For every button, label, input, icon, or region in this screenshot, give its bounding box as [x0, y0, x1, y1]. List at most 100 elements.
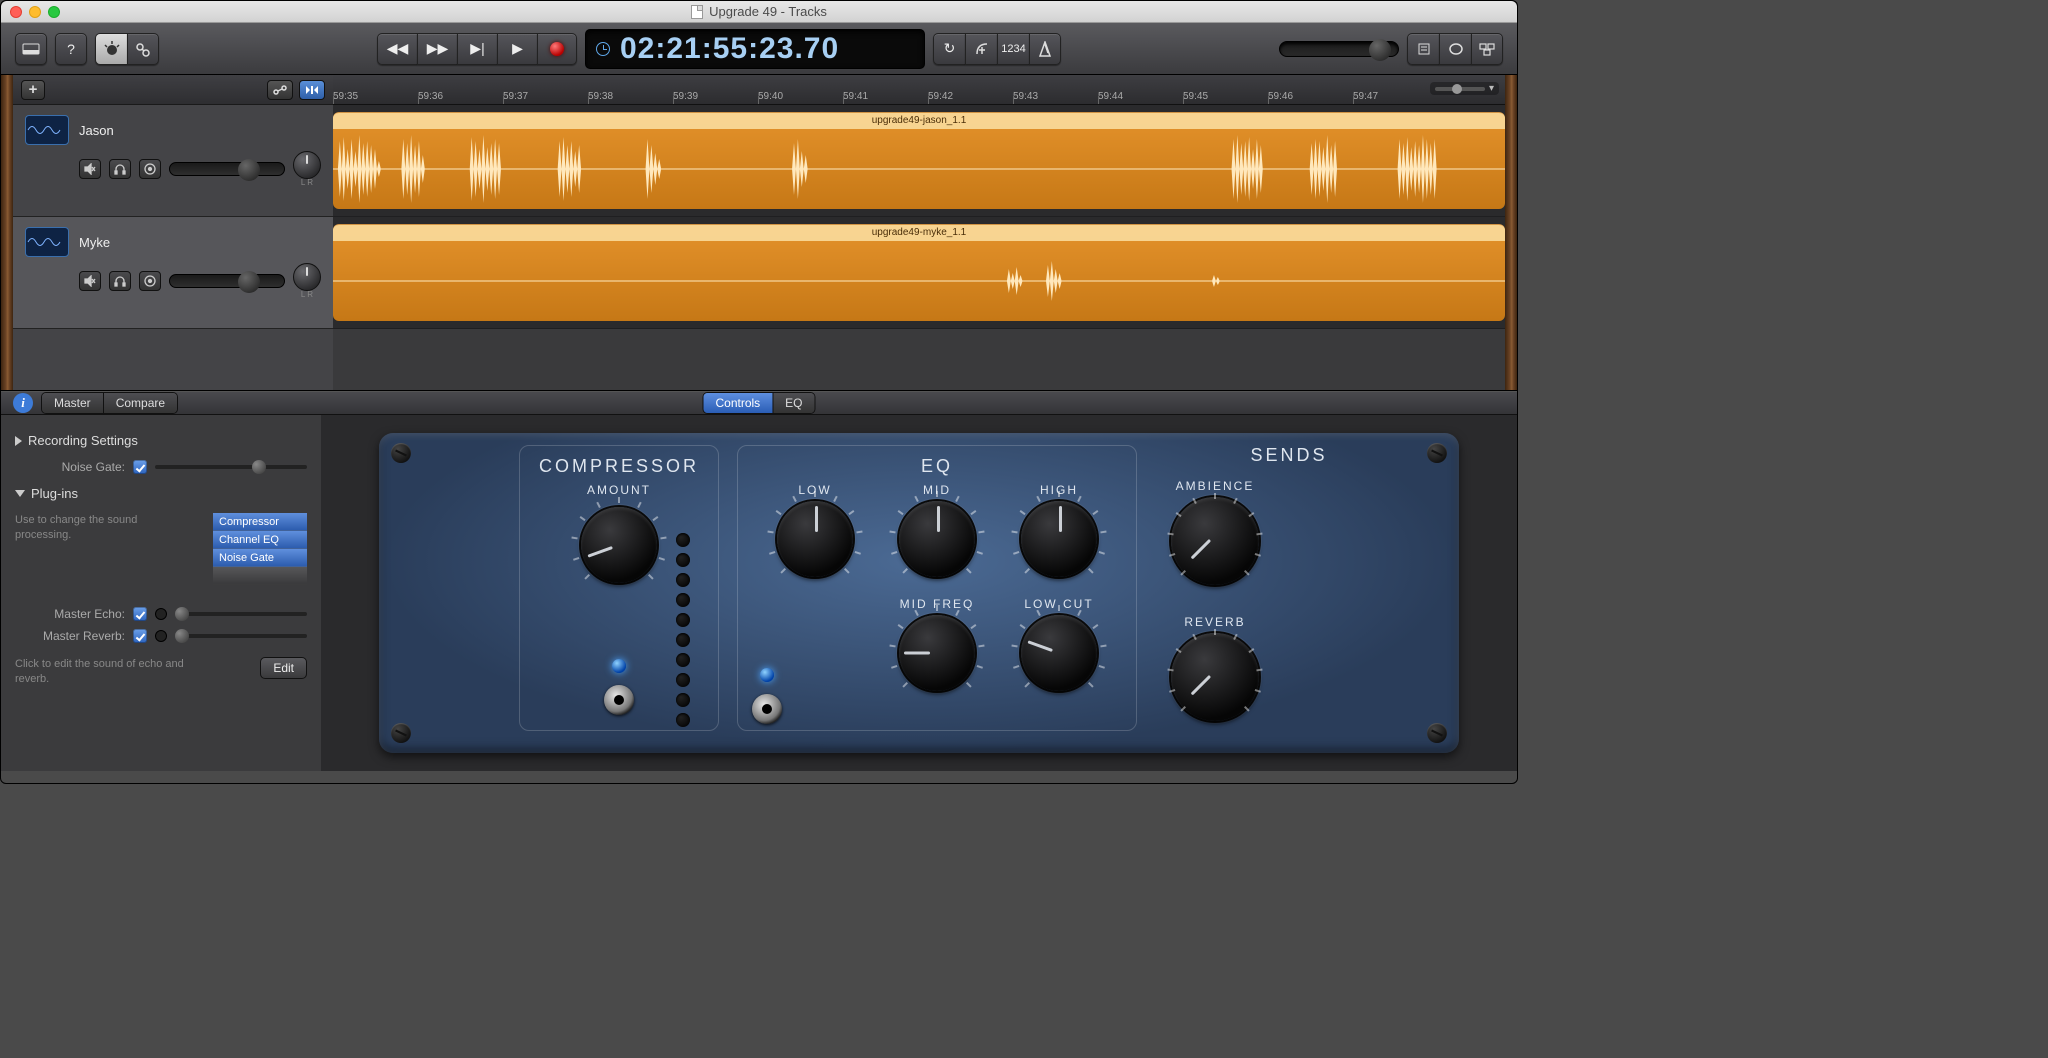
mute-button[interactable] [79, 159, 101, 179]
input-monitor-button[interactable] [139, 159, 161, 179]
plugin-slot[interactable]: Channel EQ [213, 531, 307, 549]
ambience-knob[interactable] [1171, 497, 1259, 585]
tracks-area: + Jason [1, 75, 1517, 391]
track-volume-slider[interactable] [169, 274, 285, 288]
count-in-button[interactable]: 1234 [997, 33, 1029, 65]
master-volume-slider[interactable] [1279, 41, 1399, 57]
solo-headphones-button[interactable] [109, 271, 131, 291]
plugin-slot[interactable]: Noise Gate [213, 549, 307, 567]
automation-button[interactable] [267, 80, 293, 100]
master-reverb-label: Master Reverb: [15, 629, 125, 643]
master-echo-slider[interactable] [175, 612, 307, 616]
notepad-button[interactable] [1407, 33, 1439, 65]
cycle-button[interactable]: ↻ [933, 33, 965, 65]
track-name[interactable]: Jason [79, 123, 114, 138]
track-volume-slider[interactable] [169, 162, 285, 176]
reverb-knob[interactable] [1171, 633, 1259, 721]
eq-lowcut-knob[interactable] [1021, 615, 1097, 691]
noise-gate-slider[interactable] [155, 465, 307, 469]
recording-settings-disclosure[interactable]: Recording Settings [15, 433, 307, 448]
waveform [333, 129, 1505, 209]
eq-power-led[interactable] [760, 668, 774, 682]
input-monitor-button[interactable] [139, 271, 161, 291]
track-pan-knob[interactable] [293, 151, 321, 179]
track-lane[interactable]: upgrade49-myke_1.1 [333, 217, 1505, 329]
wood-trim-right [1505, 75, 1517, 390]
audio-region[interactable]: upgrade49-jason_1.1 [333, 112, 1505, 209]
loop-browser-button[interactable] [1439, 33, 1471, 65]
compressor-amount-knob[interactable] [581, 507, 657, 583]
editors-button[interactable] [127, 33, 159, 65]
echo-reverb-hint: Click to edit the sound of echo and reve… [15, 657, 195, 688]
eq-high-knob[interactable] [1021, 501, 1097, 577]
play-button[interactable]: ▶ [497, 33, 537, 65]
smart-controls-surface: COMPRESSOR AMOUNT [321, 415, 1517, 771]
plugins-disclosure[interactable]: Plug-ins [15, 486, 307, 501]
compare-tab[interactable]: Compare [104, 393, 177, 413]
media-browser-button[interactable] [1471, 33, 1503, 65]
noise-gate-checkbox[interactable] [133, 460, 147, 474]
catch-playhead-button[interactable] [299, 80, 325, 100]
time-ruler[interactable]: 59:35 59:36 59:37 59:38 59:39 59:40 59:4… [333, 75, 1505, 105]
master-echo-radio[interactable] [155, 608, 167, 620]
track-icon [25, 227, 69, 257]
controls-plate: COMPRESSOR AMOUNT [379, 433, 1459, 753]
eq-mid-knob[interactable] [899, 501, 975, 577]
mute-button[interactable] [79, 271, 101, 291]
record-button[interactable] [537, 33, 577, 65]
track-header-list: + Jason [13, 75, 333, 390]
solo-headphones-button[interactable] [109, 159, 131, 179]
eq-low-knob[interactable] [777, 501, 853, 577]
eq-tab[interactable]: EQ [773, 393, 814, 413]
rewind-button[interactable]: ◀◀ [377, 33, 417, 65]
track-pan-knob[interactable] [293, 263, 321, 291]
sends-reverb: REVERB [1171, 613, 1259, 725]
add-track-button[interactable]: + [21, 80, 45, 100]
ruler-tick: 59:37 [503, 91, 588, 102]
track-header[interactable]: Jason L R [13, 105, 333, 217]
controls-tab[interactable]: Controls [703, 393, 773, 413]
stop-button[interactable]: ▶| [457, 33, 497, 65]
arrange-area[interactable]: 59:35 59:36 59:37 59:38 59:39 59:40 59:4… [333, 75, 1505, 390]
empty-arrange-space[interactable] [333, 329, 1505, 390]
master-reverb-radio[interactable] [155, 630, 167, 642]
compressor-title: COMPRESSOR [536, 456, 702, 477]
library-button[interactable] [15, 33, 47, 65]
ruler-tick: 59:40 [758, 91, 843, 102]
region-name: upgrade49-myke_1.1 [333, 225, 1505, 241]
tuner-button[interactable] [965, 33, 997, 65]
plugins-hint: Use to change the sound processing. [15, 513, 165, 585]
track-header[interactable]: Myke L R [13, 217, 333, 329]
track-lane[interactable]: upgrade49-jason_1.1 [333, 105, 1505, 217]
compressor-jack-icon [604, 685, 634, 715]
eq-midfreq-knob[interactable] [899, 615, 975, 691]
inspector-toggle[interactable]: i [13, 393, 33, 413]
plugin-slot-list: Compressor Channel EQ Noise Gate [213, 513, 307, 585]
ruler-tick: 59:44 [1098, 91, 1183, 102]
ruler-tick: 59:43 [1013, 91, 1098, 102]
smart-controls-button[interactable] [95, 33, 127, 65]
window-title-text: Upgrade 49 - Tracks [709, 4, 827, 19]
audio-region[interactable]: upgrade49-myke_1.1 [333, 224, 1505, 321]
master-reverb-checkbox[interactable] [133, 629, 147, 643]
ruler-tick: 59:36 [418, 91, 503, 102]
metronome-button[interactable] [1029, 33, 1061, 65]
plugin-slot[interactable]: Compressor [213, 513, 307, 531]
eq-section: EQ LOW MID HIGH MID FREQ LOW CUT [737, 445, 1137, 731]
main-toolbar: ? ◀◀ ▶▶ ▶| ▶ 02:21:55:23.70 ↻ 1234 [1, 23, 1517, 75]
forward-button[interactable]: ▶▶ [417, 33, 457, 65]
horizontal-zoom[interactable]: ▾ [1430, 82, 1499, 95]
master-reverb-slider[interactable] [175, 634, 307, 638]
quick-help-button[interactable]: ? [55, 33, 87, 65]
track-name[interactable]: Myke [79, 235, 110, 250]
eq-jack-icon [752, 694, 782, 724]
plugin-slot-empty[interactable] [213, 567, 307, 585]
master-echo-row: Master Echo: [15, 607, 307, 621]
section-label: Plug-ins [31, 486, 78, 501]
edit-echo-reverb-button[interactable]: Edit [260, 657, 307, 679]
compressor-power-led[interactable] [612, 659, 626, 673]
master-tab[interactable]: Master [42, 393, 104, 413]
master-echo-checkbox[interactable] [133, 607, 147, 621]
lcd-display[interactable]: 02:21:55:23.70 [585, 29, 925, 69]
ruler-tick: 59:41 [843, 91, 928, 102]
